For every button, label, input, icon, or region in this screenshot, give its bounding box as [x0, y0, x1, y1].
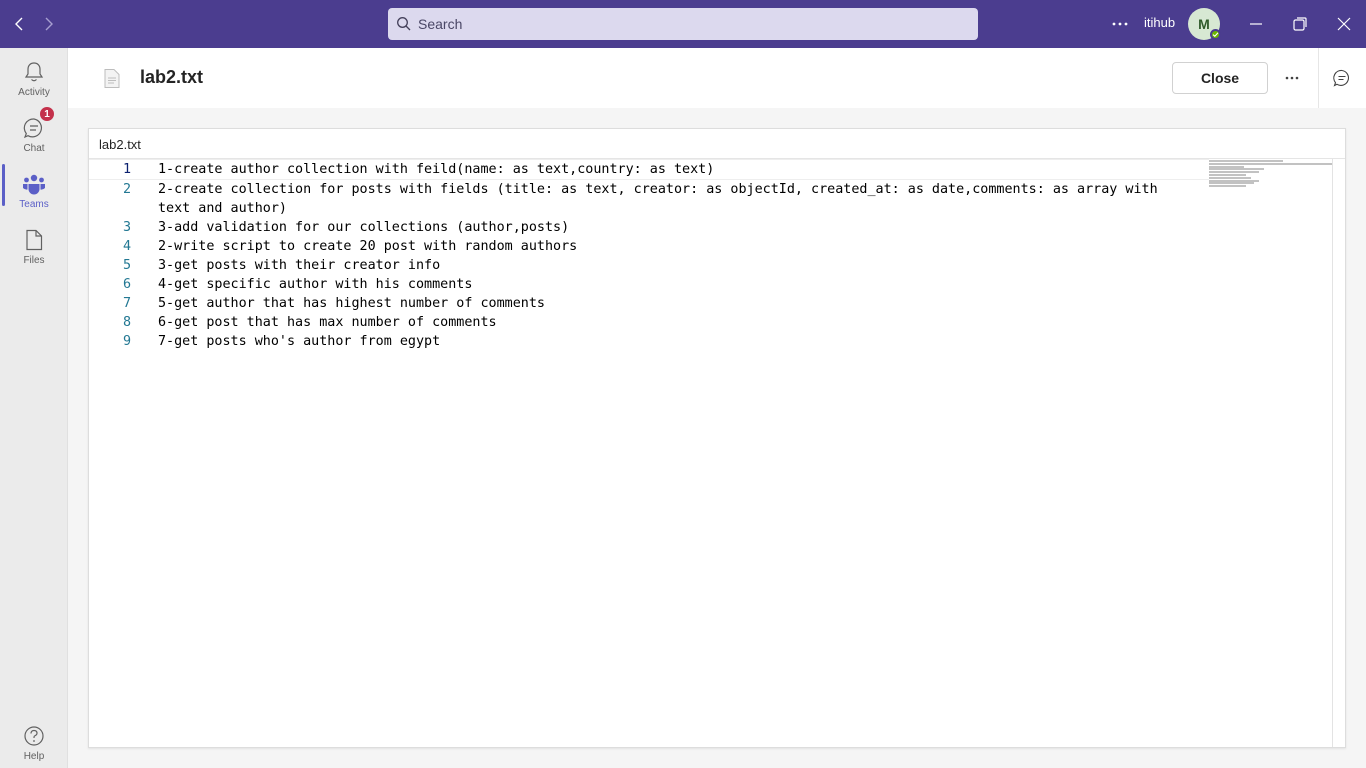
rail-item-files[interactable]: Files	[0, 226, 68, 278]
rail-label: Activity	[18, 87, 50, 98]
line-text: 7-get posts who's author from egypt	[158, 334, 441, 349]
minimap[interactable]	[1209, 160, 1333, 190]
line-text: 2-create collection for posts with field…	[158, 182, 1166, 216]
conversation-button[interactable]	[1330, 66, 1354, 90]
code-line: 1 1-create author collection with feild(…	[89, 159, 1209, 180]
teams-icon	[22, 172, 46, 196]
more-horizontal-icon	[1285, 76, 1299, 80]
rail-item-teams[interactable]: Teams	[0, 170, 68, 222]
restore-icon	[1293, 17, 1307, 31]
line-number: 4	[122, 239, 131, 254]
line-text: 4-get specific author with his comments	[158, 277, 473, 292]
line-text: 1-create author collection with feild(na…	[158, 162, 715, 177]
vertical-scrollbar[interactable]	[1332, 159, 1333, 747]
file-icon	[22, 228, 46, 252]
file-header: lab2.txt Close	[68, 48, 1366, 108]
bell-icon	[22, 60, 46, 84]
presence-available-icon	[1210, 29, 1221, 40]
line-text: 5-get author that has highest number of …	[158, 296, 545, 311]
rail-label: Files	[23, 255, 45, 266]
line-number: 8	[122, 315, 131, 330]
line-number: 7	[122, 296, 131, 311]
maximize-button[interactable]	[1288, 12, 1312, 36]
line-number: 2	[122, 182, 131, 197]
chevron-left-icon	[15, 17, 23, 31]
page-title: lab2.txt	[140, 67, 204, 87]
title-bar: itihub M	[0, 0, 1366, 48]
code-line: 2 2-create collection for posts with fie…	[89, 180, 1209, 218]
code-editor[interactable]: 1 1-create author collection with feild(…	[89, 159, 1209, 351]
minimize-button[interactable]	[1244, 12, 1268, 36]
search-input[interactable]	[418, 16, 958, 32]
code-line: 6 4-get specific author with his comment…	[89, 275, 1209, 294]
search-icon	[396, 16, 412, 32]
line-text: 3-add validation for our collections (au…	[158, 220, 570, 235]
rail-item-chat[interactable]: Chat 1	[0, 106, 68, 166]
code-line: 3 3-add validation for our collections (…	[89, 218, 1209, 237]
search-box[interactable]	[388, 8, 978, 40]
divider	[1318, 48, 1319, 108]
file-viewer: lab2.txt 1 1-create author collection wi…	[88, 128, 1346, 748]
line-number: 9	[122, 334, 131, 349]
line-text: 6-get post that has max number of commen…	[158, 315, 497, 330]
rail-item-help[interactable]: Help	[0, 722, 68, 768]
app-rail: Activity Chat 1 Teams Files Help	[0, 48, 68, 768]
code-line: 5 3-get posts with their creator info	[89, 256, 1209, 275]
line-text: 2-write script to create 20 post with ra…	[158, 239, 578, 254]
forward-button[interactable]	[36, 12, 60, 36]
line-number: 5	[122, 258, 131, 273]
close-button[interactable]: Close	[1172, 62, 1268, 94]
line-number: 1	[122, 162, 131, 177]
more-options-button[interactable]	[1280, 66, 1304, 90]
back-button[interactable]	[8, 12, 32, 36]
viewer-file-name: lab2.txt	[99, 137, 141, 152]
org-name[interactable]: itihub	[1144, 15, 1175, 30]
close-icon	[1337, 17, 1351, 31]
code-line: 8 6-get post that has max number of comm…	[89, 313, 1209, 332]
minimize-icon	[1250, 23, 1262, 25]
line-number: 3	[122, 220, 131, 235]
chat-icon	[1333, 69, 1349, 87]
code-line: 7 5-get author that has highest number o…	[89, 294, 1209, 313]
help-icon	[22, 724, 46, 748]
rail-label: Teams	[19, 199, 49, 210]
rail-item-activity[interactable]: Activity	[0, 58, 68, 110]
settings-more-button[interactable]	[1108, 12, 1132, 36]
unread-badge: 1	[39, 106, 55, 122]
rail-label: Help	[23, 751, 45, 762]
code-line: 4 2-write script to create 20 post with …	[89, 237, 1209, 256]
code-line: 9 7-get posts who's author from egypt	[89, 332, 1209, 351]
more-horizontal-icon	[1112, 22, 1128, 26]
text-file-icon	[104, 69, 120, 88]
line-text: 3-get posts with their creator info	[158, 258, 441, 273]
chevron-right-icon	[45, 17, 53, 31]
rail-label: Chat	[23, 143, 45, 154]
close-window-button[interactable]	[1332, 12, 1356, 36]
line-number: 6	[122, 277, 131, 292]
